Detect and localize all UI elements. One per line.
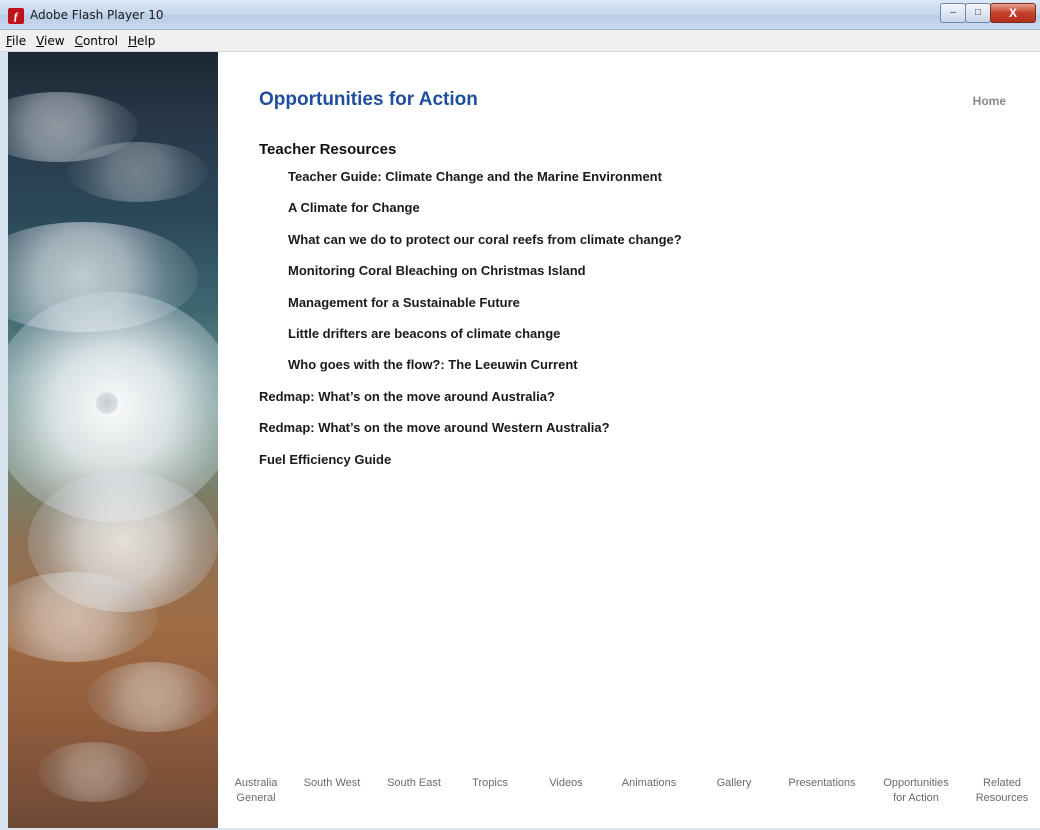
link-redmap-western-australia[interactable]: Redmap: What’s on the move around Wester… xyxy=(259,419,682,450)
link-fuel-efficiency[interactable]: Fuel Efficiency Guide xyxy=(259,451,682,482)
link-climate-for-change[interactable]: A Climate for Change xyxy=(259,199,682,230)
bottom-navigation: Australia General South West South East … xyxy=(226,776,1040,816)
nav-opportunities-for-action[interactable]: Opportunities for Action xyxy=(870,776,962,806)
link-redmap-australia[interactable]: Redmap: What’s on the move around Austra… xyxy=(259,388,682,419)
nav-south-east[interactable]: South East xyxy=(374,776,454,791)
minimize-button[interactable]: – xyxy=(940,3,966,23)
resource-list: Teacher Resources Teacher Guide: Climate… xyxy=(259,140,682,482)
maximize-button[interactable]: □ xyxy=(965,3,991,23)
link-sustainable-future[interactable]: Management for a Sustainable Future xyxy=(259,294,682,325)
nav-videos[interactable]: Videos xyxy=(534,776,598,791)
link-leeuwin-current[interactable]: Who goes with the flow?: The Leeuwin Cur… xyxy=(259,356,682,387)
page-title: Opportunities for Action xyxy=(259,89,478,110)
link-protect-coral-reefs[interactable]: What can we do to protect our coral reef… xyxy=(259,231,682,262)
window-titlebar: ƒ Adobe Flash Player 10 – □ X xyxy=(0,0,1040,30)
cyclone-eye xyxy=(96,392,118,414)
teacher-resources-heading: Teacher Resources xyxy=(259,141,397,158)
nav-gallery[interactable]: Gallery xyxy=(702,776,766,791)
link-coral-bleaching[interactable]: Monitoring Coral Bleaching on Christmas … xyxy=(259,262,682,293)
nav-animations[interactable]: Animations xyxy=(609,776,689,791)
nav-south-west[interactable]: South West xyxy=(292,776,372,791)
menu-bar: File View Control Help xyxy=(0,30,1040,52)
link-little-drifters[interactable]: Little drifters are beacons of climate c… xyxy=(259,325,682,356)
window-controls: – □ X xyxy=(940,3,1036,23)
window-title: Adobe Flash Player 10 xyxy=(30,8,164,22)
nav-australia-general[interactable]: Australia General xyxy=(226,776,286,806)
menu-file[interactable]: File xyxy=(6,34,26,48)
cyclone-satellite-image xyxy=(8,52,218,828)
nav-tropics[interactable]: Tropics xyxy=(458,776,522,791)
home-link[interactable]: Home xyxy=(973,94,1006,108)
nav-related-resources[interactable]: Related Resources xyxy=(964,776,1040,806)
menu-help[interactable]: Help xyxy=(128,34,155,48)
menu-view[interactable]: View xyxy=(36,34,64,48)
link-teacher-guide[interactable]: Teacher Guide: Climate Change and the Ma… xyxy=(259,168,682,199)
menu-control[interactable]: Control xyxy=(75,34,118,48)
close-button[interactable]: X xyxy=(990,3,1036,23)
flash-icon: ƒ xyxy=(8,8,24,24)
flash-content: Opportunities for Action Home Teacher Re… xyxy=(8,52,1040,828)
nav-presentations[interactable]: Presentations xyxy=(774,776,870,791)
